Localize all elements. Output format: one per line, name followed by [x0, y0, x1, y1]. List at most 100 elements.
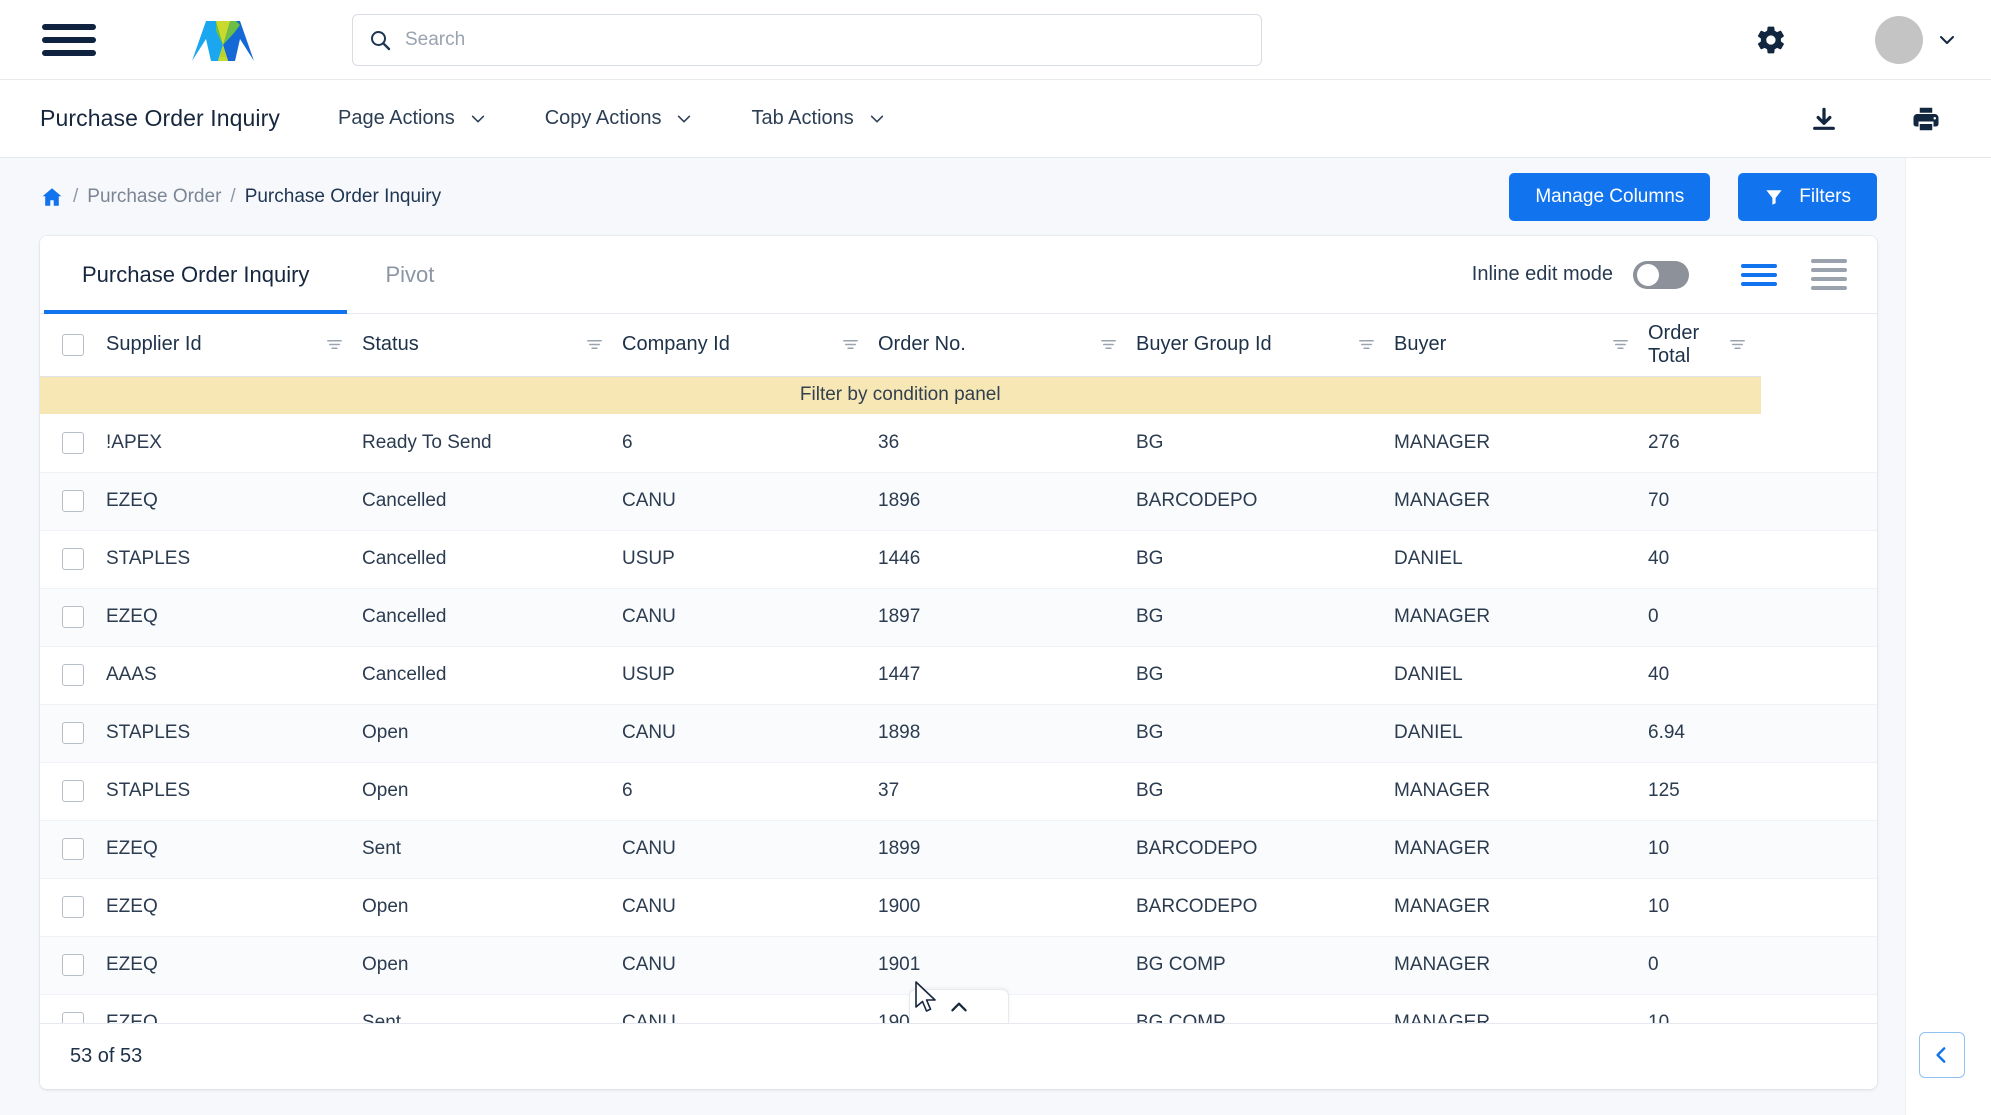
cell-status: Open	[358, 704, 618, 763]
print-icon[interactable]	[1909, 102, 1943, 136]
row-checkbox[interactable]	[62, 838, 84, 860]
row-select-cell	[40, 588, 102, 647]
row-checkbox[interactable]	[62, 490, 84, 512]
cell-order-total: 70	[1644, 472, 1761, 531]
column-header-supplier-id[interactable]: Supplier Id	[102, 314, 358, 377]
column-header-buyer[interactable]: Buyer	[1390, 314, 1644, 377]
app-logo-icon[interactable]	[190, 17, 256, 63]
hamburger-icon[interactable]	[42, 20, 98, 60]
row-select-cell	[40, 414, 102, 473]
column-filter-icon[interactable]	[841, 335, 874, 354]
column-filter-icon[interactable]	[1611, 335, 1644, 354]
cell-order-no: 1900	[874, 878, 1132, 937]
filter-condition-text: Filter by condition panel	[40, 376, 1761, 414]
column-filter-icon[interactable]	[325, 335, 358, 354]
select-all-checkbox[interactable]	[62, 333, 84, 356]
menu-tab-actions[interactable]: Tab Actions	[751, 107, 885, 130]
row-select-cell	[40, 878, 102, 937]
cell-buyer: MANAGER	[1390, 588, 1644, 647]
chevron-left-icon	[1936, 1047, 1946, 1063]
chevron-up-icon[interactable]	[908, 989, 1009, 1023]
cell-buyer-group-id: BG COMP	[1132, 936, 1390, 995]
chevron-down-icon	[1940, 35, 1954, 44]
column-filter-icon[interactable]	[1357, 335, 1390, 354]
cell-buyer: MANAGER	[1390, 820, 1644, 879]
row-checkbox[interactable]	[62, 722, 84, 744]
inline-edit-mode-toggle[interactable]	[1633, 260, 1689, 289]
filters-button[interactable]: Filters	[1738, 173, 1877, 221]
density-comfortable-icon[interactable]	[1811, 259, 1847, 290]
column-filter-icon[interactable]	[1728, 335, 1761, 354]
table-row[interactable]: EZEQ Open CANU 1900 BARCODEPO MANAGER 10	[40, 878, 1877, 937]
search-icon	[371, 30, 391, 50]
column-header-order-total[interactable]: Order Total	[1644, 314, 1761, 377]
menu-copy-actions[interactable]: Copy Actions	[545, 107, 694, 130]
breadcrumb-separator: /	[230, 186, 236, 207]
table-body: !APEX Ready To Send 6 36 BG MANAGER 276 EZEQ Can…	[40, 414, 1877, 1023]
cell-spacer	[1760, 588, 1877, 647]
gear-icon[interactable]	[1745, 14, 1797, 66]
cell-status: Open	[358, 936, 618, 995]
manage-columns-button[interactable]: Manage Columns	[1509, 173, 1711, 221]
row-checkbox[interactable]	[62, 664, 84, 686]
avatar[interactable]	[1875, 15, 1923, 64]
column-header-buyer-group-id[interactable]: Buyer Group Id	[1132, 314, 1390, 377]
row-select-cell	[40, 994, 102, 1023]
search-box[interactable]	[352, 13, 1262, 66]
breadcrumb-item-purchase-order[interactable]: Purchase Order	[87, 186, 221, 208]
table-header-row: Supplier Id Status Company Id Order No. …	[40, 314, 1877, 377]
table-row[interactable]: EZEQ Cancelled CANU 1896 BARCODEPO MANAGER 70	[40, 472, 1877, 531]
density-compact-icon[interactable]	[1741, 263, 1777, 286]
row-checkbox[interactable]	[62, 780, 84, 802]
hamburger-bar	[42, 23, 96, 30]
column-header-order-no[interactable]: Order No.	[874, 314, 1132, 377]
table-row[interactable]: STAPLES Open 6 37 BG MANAGER 125	[40, 762, 1877, 821]
cell-buyer: MANAGER	[1390, 414, 1644, 473]
page-toolbar: Purchase Order Inquiry Page Actions Copy…	[0, 80, 1991, 158]
row-checkbox[interactable]	[62, 954, 84, 976]
table-row[interactable]: AAAS Cancelled USUP 1447 BG DANIEL 40	[40, 646, 1877, 705]
row-checkbox[interactable]	[62, 431, 84, 454]
cell-company-id: CANU	[618, 878, 874, 937]
cell-order-no: 1896	[874, 472, 1132, 531]
column-header-status[interactable]: Status	[358, 314, 618, 377]
cell-order-total: 125	[1644, 762, 1761, 821]
cell-buyer-group-id: BG	[1132, 646, 1390, 705]
table-row[interactable]: EZEQ Cancelled CANU 1897 BG MANAGER 0	[40, 588, 1877, 647]
table-row[interactable]: EZEQ Sent CANU 1899 BARCODEPO MANAGER 10	[40, 820, 1877, 879]
row-checkbox[interactable]	[62, 606, 84, 628]
menu-page-actions[interactable]: Page Actions	[338, 107, 487, 130]
column-filter-icon[interactable]	[585, 335, 618, 354]
user-menu[interactable]	[1875, 15, 1957, 64]
column-label: Buyer	[1394, 333, 1447, 356]
column-filter-icon[interactable]	[1099, 335, 1132, 354]
tab-purchase-order-inquiry[interactable]: Purchase Order Inquiry	[44, 236, 348, 314]
cell-order-no: 37	[874, 762, 1132, 821]
table-row[interactable]: !APEX Ready To Send 6 36 BG MANAGER 276	[40, 414, 1877, 473]
column-label: Status	[362, 333, 419, 356]
row-checkbox[interactable]	[62, 896, 84, 918]
cell-supplier-id: EZEQ	[102, 820, 358, 879]
row-checkbox[interactable]	[62, 1012, 84, 1023]
cell-order-total: 40	[1644, 530, 1761, 589]
grid-card: Purchase Order Inquiry Pivot Inline edit…	[40, 236, 1877, 1089]
main-column: / Purchase Order / Purchase Order Inquir…	[0, 158, 1905, 1115]
table-row[interactable]: EZEQ Open CANU 1901 BG COMP MANAGER 0	[40, 936, 1877, 995]
cell-order-total: 6.94	[1644, 704, 1761, 763]
funnel-icon	[1766, 190, 1782, 205]
search-input[interactable]	[405, 28, 1245, 51]
tab-pivot[interactable]: Pivot	[347, 236, 472, 313]
row-checkbox[interactable]	[62, 548, 84, 570]
table-row[interactable]: STAPLES Cancelled USUP 1446 BG DANIEL 40	[40, 530, 1877, 589]
cell-spacer	[1760, 472, 1877, 531]
menu-copy-actions-label: Copy Actions	[544, 107, 662, 129]
download-icon[interactable]	[1807, 102, 1841, 136]
column-header-company-id[interactable]: Company Id	[618, 314, 874, 377]
table-row[interactable]: STAPLES Open CANU 1898 BG DANIEL 6.94	[40, 704, 1877, 763]
home-icon[interactable]	[40, 185, 64, 209]
cell-supplier-id: EZEQ	[102, 936, 358, 995]
page-title: Purchase Order Inquiry	[40, 105, 280, 131]
cell-status: Sent	[358, 820, 618, 879]
filter-condition-row[interactable]: Filter by condition panel	[40, 376, 1877, 414]
rail-collapse-button[interactable]	[1919, 1032, 1965, 1078]
